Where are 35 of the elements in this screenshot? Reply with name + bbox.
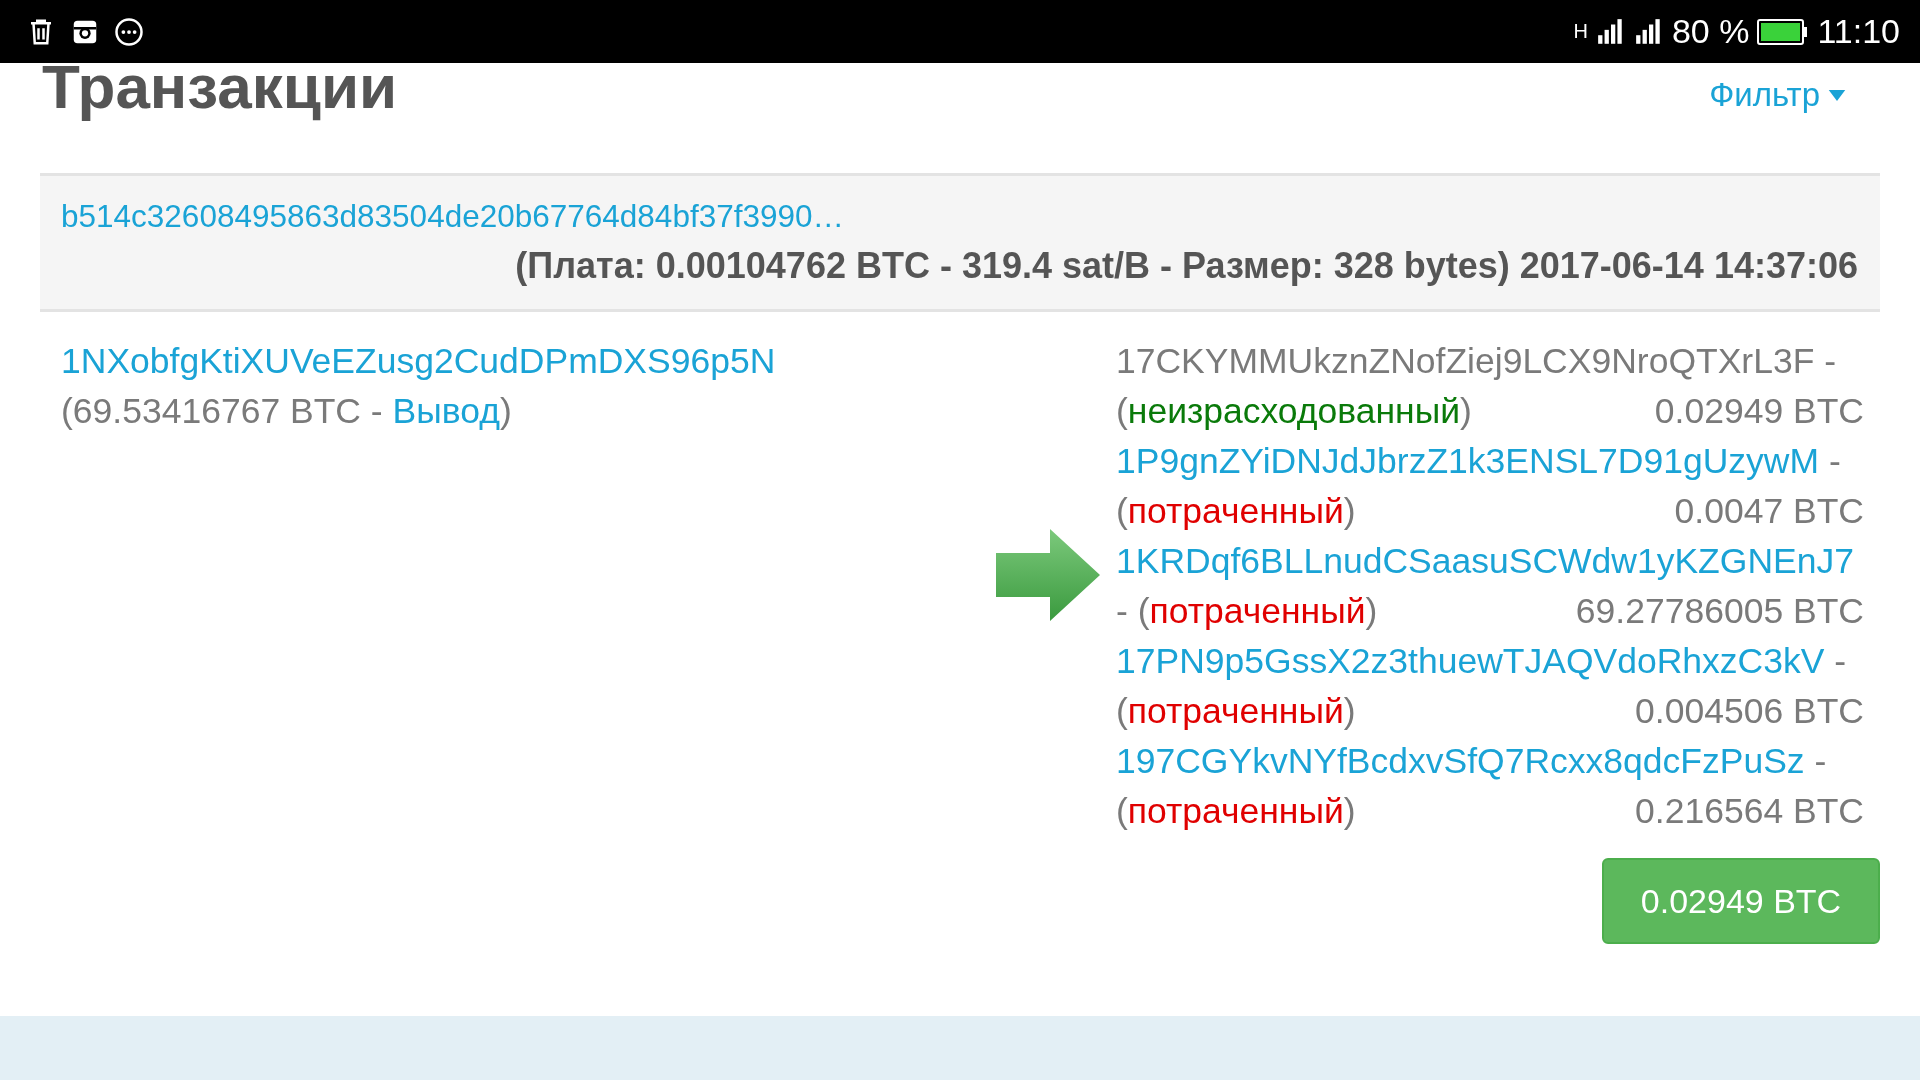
status-text: (потраченный)	[1137, 591, 1378, 631]
amount-text: 0.004506 BTC	[1635, 690, 1864, 733]
transaction-hash-link[interactable]: b514c32608495863d83504de20b67764d84bf37f3990…	[61, 198, 845, 235]
dash-separator: -	[1828, 441, 1841, 481]
total-amount-button[interactable]: 0.02949 BTC	[1602, 858, 1880, 944]
page-title: Транзакции	[42, 56, 398, 123]
amount-text: 0.02949 BTC	[1654, 390, 1864, 433]
address-text: 17CKYMMUkznZNofZiej9LCX9NroQTXrL3F	[1116, 341, 1815, 381]
filter-dropdown[interactable]: Фильтр	[1709, 76, 1846, 114]
amount-text: 0.0047 BTC	[1674, 490, 1864, 533]
more-icon	[114, 16, 144, 47]
status-text: (потраченный)	[1116, 791, 1356, 831]
address-link[interactable]: 197CGYkvNYfBcdxvSfQ7Rcxx8qdcFzPuSz	[1116, 741, 1805, 781]
input-amount-text: (69.53416767 BTC - Вывод)	[61, 390, 513, 433]
network-type-text: H	[1573, 20, 1588, 43]
link[interactable]: Вывод	[392, 391, 500, 431]
battery-percent-text: 80 %	[1671, 12, 1750, 51]
transaction-details-text: (Плата: 0.00104762 BTC - 319.4 sat/B - Размер: 328 bytes) 2017-06-14 14:37:06	[515, 245, 1858, 287]
clock-text: 11:10	[1817, 12, 1900, 51]
address-link[interactable]: 1NXobfgKtiXUVeEZusg2CudDPmDXS96p5N	[61, 341, 776, 381]
dash-separator: -	[1116, 591, 1128, 631]
caret-icon	[1828, 89, 1846, 101]
dash-separator: -	[1814, 741, 1827, 781]
dash-separator: -	[1824, 341, 1837, 381]
address-link[interactable]: 17PN9p5GssX2z3thuewTJAQVdoRhxzC3kV	[1116, 641, 1825, 681]
arrow-icon	[995, 529, 1100, 621]
address-link[interactable]: 1KRDqf6BLLnudCSaasuSCWdw1yKZGNEnJ7	[1116, 541, 1854, 581]
status-text: (потраченный)	[1116, 491, 1356, 531]
status-text: (потраченный)	[1116, 691, 1356, 731]
address-link[interactable]: 1P9gnZYiDNJdJbrzZ1k3ENSL7D91gUzywM	[1116, 441, 1820, 481]
amount-text: 0.216564 BTC	[1635, 790, 1864, 833]
dash-separator: -	[1834, 641, 1847, 681]
battery-icon	[1757, 17, 1810, 46]
amount-text: 69.27786005 BTC	[1575, 590, 1864, 633]
status-text: (неизрасходованный)	[1116, 391, 1472, 431]
